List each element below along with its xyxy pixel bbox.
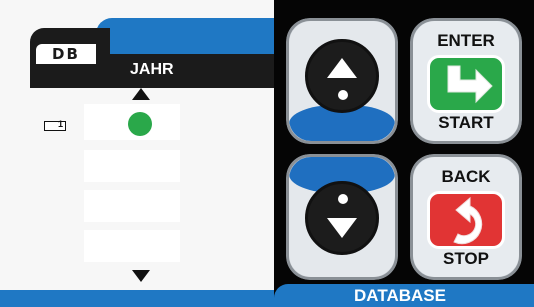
mode-footer: DATABASE (0, 270, 534, 307)
nav-down-button[interactable] (286, 154, 398, 280)
db-tab-label: DB (36, 44, 96, 64)
enter-color-pad (427, 55, 505, 113)
dot-icon (338, 90, 348, 100)
battery-icon: 1 (44, 119, 66, 131)
lcd-screen: JAHR DB 1 (0, 0, 274, 307)
mode-label: DATABASE (354, 286, 446, 305)
list-item (84, 230, 180, 262)
scroll-up-indicator-icon (132, 88, 150, 100)
keypad-panel: ENTER START BACK STOP (274, 0, 534, 307)
nav-up-button[interactable] (286, 18, 398, 144)
status-indicator-dot (128, 112, 152, 136)
stop-label: STOP (443, 249, 489, 268)
triangle-down-icon (327, 218, 357, 238)
arrow-down-right-icon (447, 65, 493, 104)
start-label: START (438, 113, 494, 132)
battery-level-label: 1 (57, 119, 63, 129)
back-stop-button[interactable]: BACK STOP (410, 154, 522, 280)
back-color-pad (427, 191, 505, 249)
enter-start-button[interactable]: ENTER START (410, 18, 522, 144)
header-title: JAHR (130, 61, 174, 78)
header-bar (96, 54, 274, 88)
header-accent-bar (96, 18, 274, 54)
back-label: BACK (441, 167, 491, 186)
triangle-up-icon (327, 58, 357, 78)
list-item (84, 150, 180, 182)
dot-icon (338, 194, 348, 204)
db-tab: DB (30, 28, 110, 88)
list-item (84, 190, 180, 222)
enter-label: ENTER (437, 31, 495, 50)
undo-arrow-icon (453, 196, 483, 245)
